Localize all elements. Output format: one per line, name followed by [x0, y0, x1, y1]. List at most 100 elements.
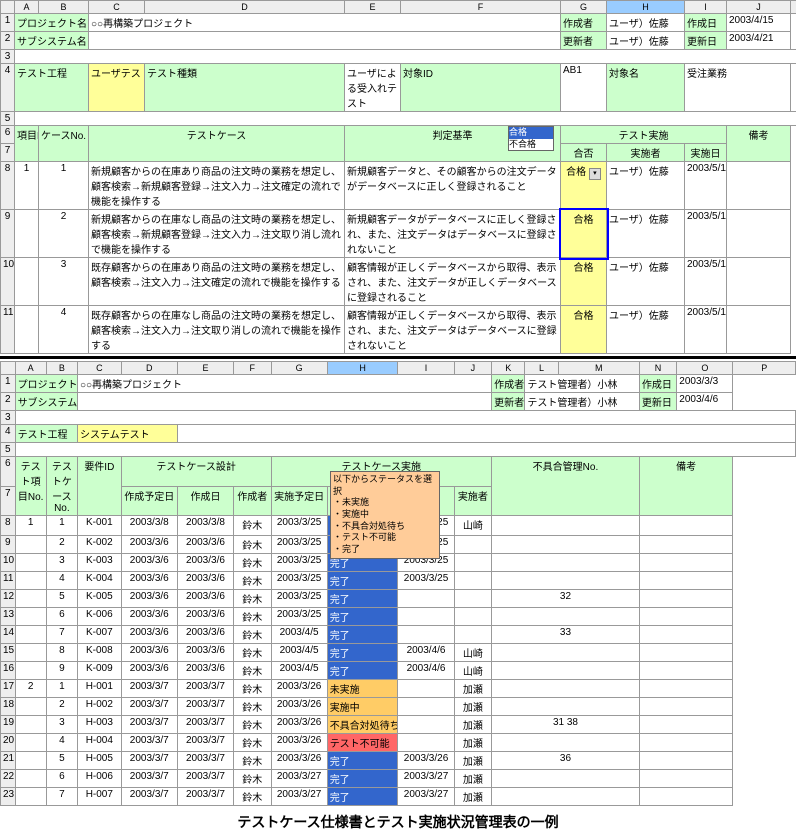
lbl-process: テスト工程: [15, 64, 89, 112]
figure-caption: テストケース仕様書とテスト実施状況管理表の一例: [0, 806, 796, 838]
col-A[interactable]: A: [15, 1, 39, 14]
status-cell[interactable]: 完了: [327, 788, 398, 806]
result-cell[interactable]: 合格 ▾: [561, 162, 607, 210]
val-project[interactable]: ○○再構築プロジェクト: [89, 14, 561, 32]
status-cell[interactable]: 未実施: [327, 680, 398, 698]
executor-cell[interactable]: ユーザ）佐藤: [607, 258, 685, 306]
item-no[interactable]: [15, 306, 39, 354]
case-no[interactable]: 4: [39, 306, 89, 354]
gouhi-dropdown[interactable]: 合格 不合格: [508, 126, 554, 151]
item-no[interactable]: 1: [15, 162, 39, 210]
remark-cell[interactable]: [727, 210, 791, 258]
lbl-updater: 更新者: [561, 32, 607, 50]
status-cell[interactable]: テスト不可能: [327, 734, 398, 752]
execdate-cell[interactable]: 2003/5/11: [685, 210, 727, 258]
status-cell[interactable]: 完了: [327, 752, 398, 770]
hdr-exec: テスト実施: [561, 126, 727, 144]
testcase-text[interactable]: 既存顧客からの在庫あり商品の注文時の業務を想定し、顧客検索→注文入力→注文確定の…: [89, 258, 345, 306]
lbl-updatedate: 更新日: [685, 32, 727, 50]
val-targetname[interactable]: 受注業務: [685, 64, 791, 112]
row-1[interactable]: 1: [1, 14, 15, 32]
val-creator[interactable]: ユーザ）佐藤: [607, 14, 685, 32]
col-I[interactable]: I: [685, 1, 727, 14]
chevron-down-icon[interactable]: ▾: [589, 168, 601, 180]
criteria-text[interactable]: 顧客情報が正しくデータベースから取得、表示され、また、注文データはデータベースに…: [345, 306, 561, 354]
top-sheet: ABCDEFGHIJK 1 プロジェクト名 ○○再構築プロジェクト 作成者 ユー…: [0, 0, 796, 354]
hdr-gouhi: 合否: [561, 144, 607, 162]
col-C[interactable]: C: [89, 1, 145, 14]
execdate-cell[interactable]: 2003/5/11: [685, 162, 727, 210]
row-3[interactable]: 3: [1, 50, 15, 64]
result-cell[interactable]: 合格: [561, 258, 607, 306]
result-cell[interactable]: 合格: [561, 210, 607, 258]
status-cell[interactable]: 実施中: [327, 698, 398, 716]
lbl-createdate: 作成日: [685, 14, 727, 32]
remark-cell[interactable]: [727, 306, 791, 354]
criteria-text[interactable]: 顧客情報が正しくデータベースから取得、表示され、また、注文データが正しくデータベ…: [345, 258, 561, 306]
lbl-testtype: テスト種類: [145, 64, 345, 112]
row-5[interactable]: 5: [1, 112, 15, 126]
status-dropdown[interactable]: 以下からステータスを選択 ・未実施 ・実施中 ・不具合対処待ち ・テスト不可能 …: [330, 471, 440, 559]
val-testtype[interactable]: ユーザによる受入れテスト: [345, 64, 401, 112]
testcase-text[interactable]: 新規顧客からの在庫あり商品の注文時の業務を想定し、顧客検索→新規顧客登録→注文入…: [89, 162, 345, 210]
col-K[interactable]: K: [791, 1, 796, 14]
testcase-text[interactable]: 新規顧客からの在庫なし商品の注文時の業務を想定し、顧客検索→新規顧客登録→注文入…: [89, 210, 345, 258]
hdr-executor: 実施者: [607, 144, 685, 162]
val-updatedate[interactable]: 2003/4/21: [727, 32, 791, 50]
executor-cell[interactable]: ユーザ）佐藤: [607, 210, 685, 258]
case-no[interactable]: 2: [39, 210, 89, 258]
hdr-case: ケースNo.: [39, 126, 89, 162]
col-J[interactable]: J: [727, 1, 791, 14]
hdr-execdate: 実施日: [685, 144, 727, 162]
lbl-targetid: 対象ID: [401, 64, 561, 112]
row-7[interactable]: 7: [1, 144, 15, 162]
row-6[interactable]: 6: [1, 126, 15, 144]
val-createdate[interactable]: 2003/4/15: [727, 14, 791, 32]
status-cell[interactable]: 完了: [327, 644, 398, 662]
dd-pass[interactable]: 合格: [509, 127, 553, 139]
status-cell[interactable]: 完了: [327, 590, 398, 608]
val-process[interactable]: ユーザテスト: [89, 64, 145, 112]
lbl-subsystem: サブシステム名: [15, 32, 89, 50]
bottom-sheet: ABCDEFGHIJKLMNOP 1 プロジェクト名 ○○再構築プロジェクト 作…: [0, 361, 796, 806]
status-cell[interactable]: 完了: [327, 572, 398, 590]
item-no[interactable]: [15, 210, 39, 258]
top-sheet-container: ABCDEFGHIJK 1 プロジェクト名 ○○再構築プロジェクト 作成者 ユー…: [0, 0, 796, 354]
execdate-cell[interactable]: 2003/5/11: [685, 306, 727, 354]
col-F[interactable]: F: [401, 1, 561, 14]
col-G[interactable]: G: [561, 1, 607, 14]
executor-cell[interactable]: ユーザ）佐藤: [607, 306, 685, 354]
val-updater[interactable]: ユーザ）佐藤: [607, 32, 685, 50]
hdr-item: 項目No.: [15, 126, 39, 162]
lbl-project: プロジェクト名: [15, 14, 89, 32]
executor-cell[interactable]: ユーザ）佐藤: [607, 162, 685, 210]
val-targetid[interactable]: AB1: [561, 64, 607, 112]
result-cell[interactable]: 合格: [561, 306, 607, 354]
row-2[interactable]: 2: [1, 32, 15, 50]
hdr-remark: 備考: [727, 126, 791, 162]
remark-cell[interactable]: [727, 258, 791, 306]
col-E[interactable]: E: [345, 1, 401, 14]
status-cell[interactable]: 完了: [327, 626, 398, 644]
status-cell[interactable]: 完了: [327, 770, 398, 788]
col-headers: ABCDEFGHIJK: [1, 1, 796, 14]
status-cell[interactable]: 完了: [327, 608, 398, 626]
item-no[interactable]: [15, 258, 39, 306]
criteria-text[interactable]: 新規顧客データと、その顧客からの注文データがデータベースに正しく登録されること: [345, 162, 561, 210]
remark-cell[interactable]: [727, 162, 791, 210]
col-D[interactable]: D: [145, 1, 345, 14]
dd-fail[interactable]: 不合格: [509, 139, 553, 151]
bottom-sheet-container: ABCDEFGHIJKLMNOP 1 プロジェクト名 ○○再構築プロジェクト 作…: [0, 361, 796, 806]
status-cell[interactable]: 完了: [327, 662, 398, 680]
col-B[interactable]: B: [39, 1, 89, 14]
criteria-text[interactable]: 新規顧客データがデータベースに正しく登録され、また、注文データはデータベースに登…: [345, 210, 561, 258]
case-no[interactable]: 1: [39, 162, 89, 210]
testcase-text[interactable]: 既存顧客からの在庫なし商品の注文時の業務を想定し、顧客検索→注文入力→注文取り消…: [89, 306, 345, 354]
case-no[interactable]: 3: [39, 258, 89, 306]
status-cell[interactable]: 不具合対処待ち: [327, 716, 398, 734]
row-4[interactable]: 4: [1, 64, 15, 112]
lbl-targetname: 対象名: [607, 64, 685, 112]
execdate-cell[interactable]: 2003/5/11: [685, 258, 727, 306]
hdr-testcase: テストケース: [89, 126, 345, 162]
col-H[interactable]: H: [607, 1, 685, 14]
